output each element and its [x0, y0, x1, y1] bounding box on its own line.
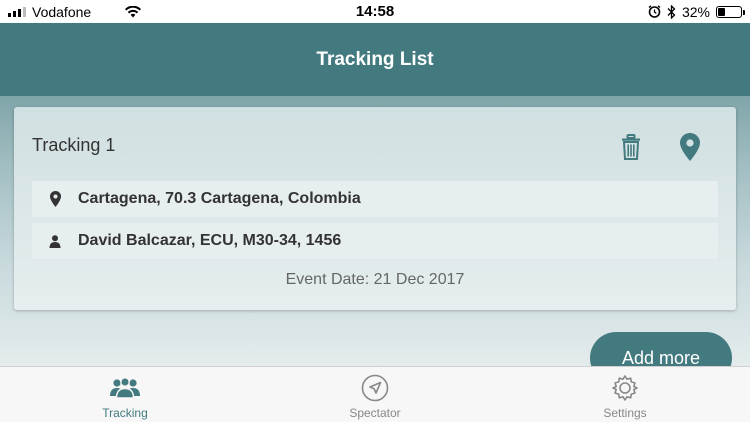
bluetooth-icon: [667, 4, 676, 19]
tracking-title: Tracking 1: [32, 135, 116, 155]
tab-bar: Tracking Spectator Settings: [0, 366, 750, 422]
status-bar: Vodafone 14:58 32%: [0, 0, 750, 23]
location-pin-icon: [32, 191, 78, 207]
map-pin-button[interactable]: [677, 133, 703, 161]
status-right: 32%: [648, 3, 745, 20]
alarm-icon: [648, 5, 661, 18]
carrier-label: Vodafone: [32, 3, 92, 20]
navigation-icon: [361, 374, 389, 402]
page-title: Tracking List: [316, 48, 434, 70]
location-row: Cartagena, 70.3 Cartagena, Colombia: [32, 181, 718, 217]
athlete-row: David Balcazar, ECU, M30-34, 1456: [32, 223, 718, 259]
location-text: Cartagena, 70.3 Cartagena, Colombia: [78, 190, 361, 207]
event-date: Event Date: 21 Dec 2017: [285, 271, 465, 288]
delete-button[interactable]: [618, 133, 644, 161]
battery-fill: [718, 7, 726, 16]
tab-spectator[interactable]: Spectator: [250, 367, 500, 422]
person-icon: [32, 234, 78, 248]
tab-settings[interactable]: Settings: [500, 367, 750, 422]
status-left: Vodafone: [8, 3, 142, 20]
tab-tracking[interactable]: Tracking: [0, 367, 250, 422]
tab-tracking-label: Tracking: [102, 406, 148, 420]
battery-percent: 32%: [681, 3, 710, 20]
tracking-card[interactable]: Tracking 1 Cartagena, 70.3 Cartagena, Co…: [14, 107, 736, 310]
group-icon: [109, 374, 141, 402]
wifi-icon: [125, 5, 142, 18]
map-pin-icon: [680, 133, 700, 161]
athlete-text: David Balcazar, ECU, M30-34, 1456: [78, 232, 342, 249]
header: Tracking List: [0, 23, 750, 96]
tab-settings-label: Settings: [603, 406, 647, 420]
trash-icon: [622, 134, 640, 160]
signal-icon: [8, 6, 26, 17]
battery-icon: [716, 5, 745, 18]
tab-spectator-label: Spectator: [349, 406, 401, 420]
gear-icon: [611, 374, 639, 402]
